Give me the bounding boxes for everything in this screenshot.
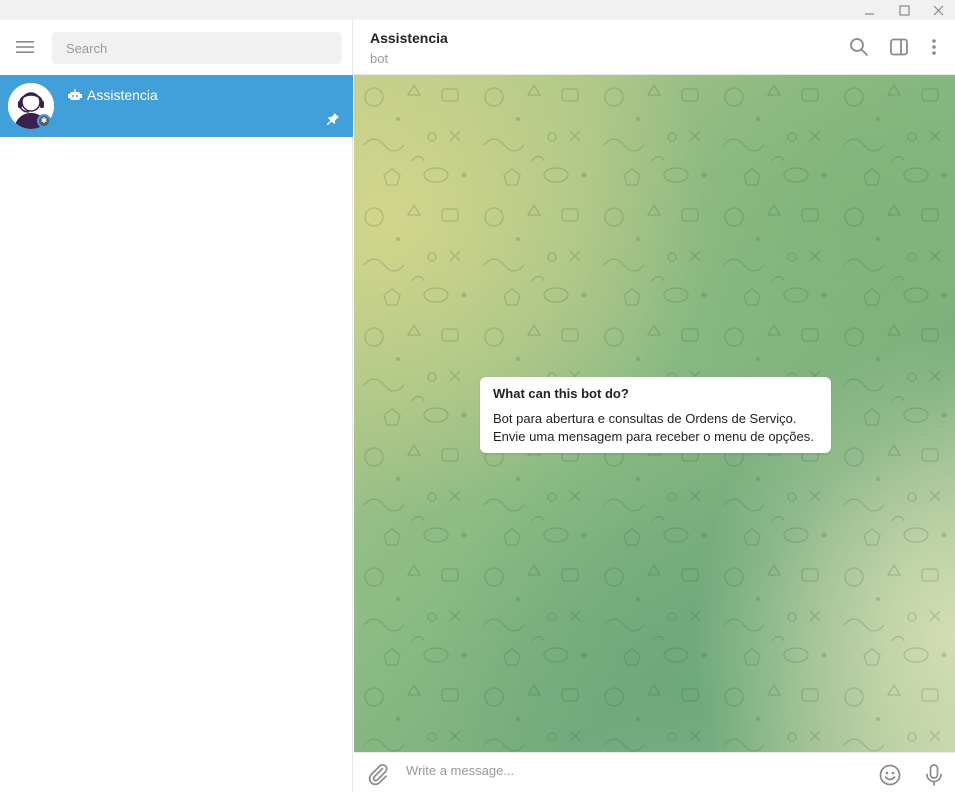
chat-panel: Assistencia bot What can this bot do? Bo… (354, 20, 955, 792)
chat-list-panel: Search ✱ Assistencia (0, 20, 353, 792)
chat-list-item-assistencia[interactable]: ✱ Assistencia (0, 75, 353, 137)
search-icon[interactable] (847, 35, 871, 59)
more-vertical-icon[interactable] (922, 35, 946, 59)
search-input[interactable]: Search (52, 32, 342, 64)
bot-info-line: Bot para abertura e consultas de Ordens … (493, 411, 797, 426)
gear-icon: ✱ (37, 114, 51, 128)
chat-name-label: Assistencia (87, 87, 158, 103)
maximize-icon[interactable] (887, 0, 921, 20)
chat-background: What can this bot do? Bot para abertura … (354, 75, 955, 752)
bot-info-title: What can this bot do? (493, 386, 629, 401)
chat-list-item-title: Assistencia (68, 86, 158, 104)
pin-icon (326, 112, 340, 126)
attach-icon[interactable] (366, 762, 390, 786)
microphone-icon[interactable] (922, 763, 946, 787)
chat-header[interactable]: Assistencia bot (354, 20, 955, 75)
bot-icon (68, 89, 82, 101)
hamburger-menu-icon[interactable] (10, 33, 40, 61)
message-composer: Write a message... (354, 752, 955, 792)
minimize-icon[interactable] (852, 0, 886, 20)
bot-info-line: Envie uma mensagem para receber o menu d… (493, 429, 814, 444)
chat-title: Assistencia (370, 30, 448, 46)
close-icon[interactable] (921, 0, 955, 20)
chat-status: bot (370, 51, 389, 66)
telegram-window: Search ✱ Assistencia Assistencia bot Wha… (0, 0, 955, 792)
bot-info-card: What can this bot do? Bot para abertura … (480, 377, 831, 453)
chat-list-header: Search (0, 20, 353, 74)
title-bar (0, 0, 955, 20)
message-input[interactable]: Write a message... (406, 763, 514, 778)
search-placeholder: Search (66, 40, 108, 56)
sidebar-toggle-icon[interactable] (887, 35, 911, 59)
emoji-icon[interactable] (878, 763, 902, 787)
